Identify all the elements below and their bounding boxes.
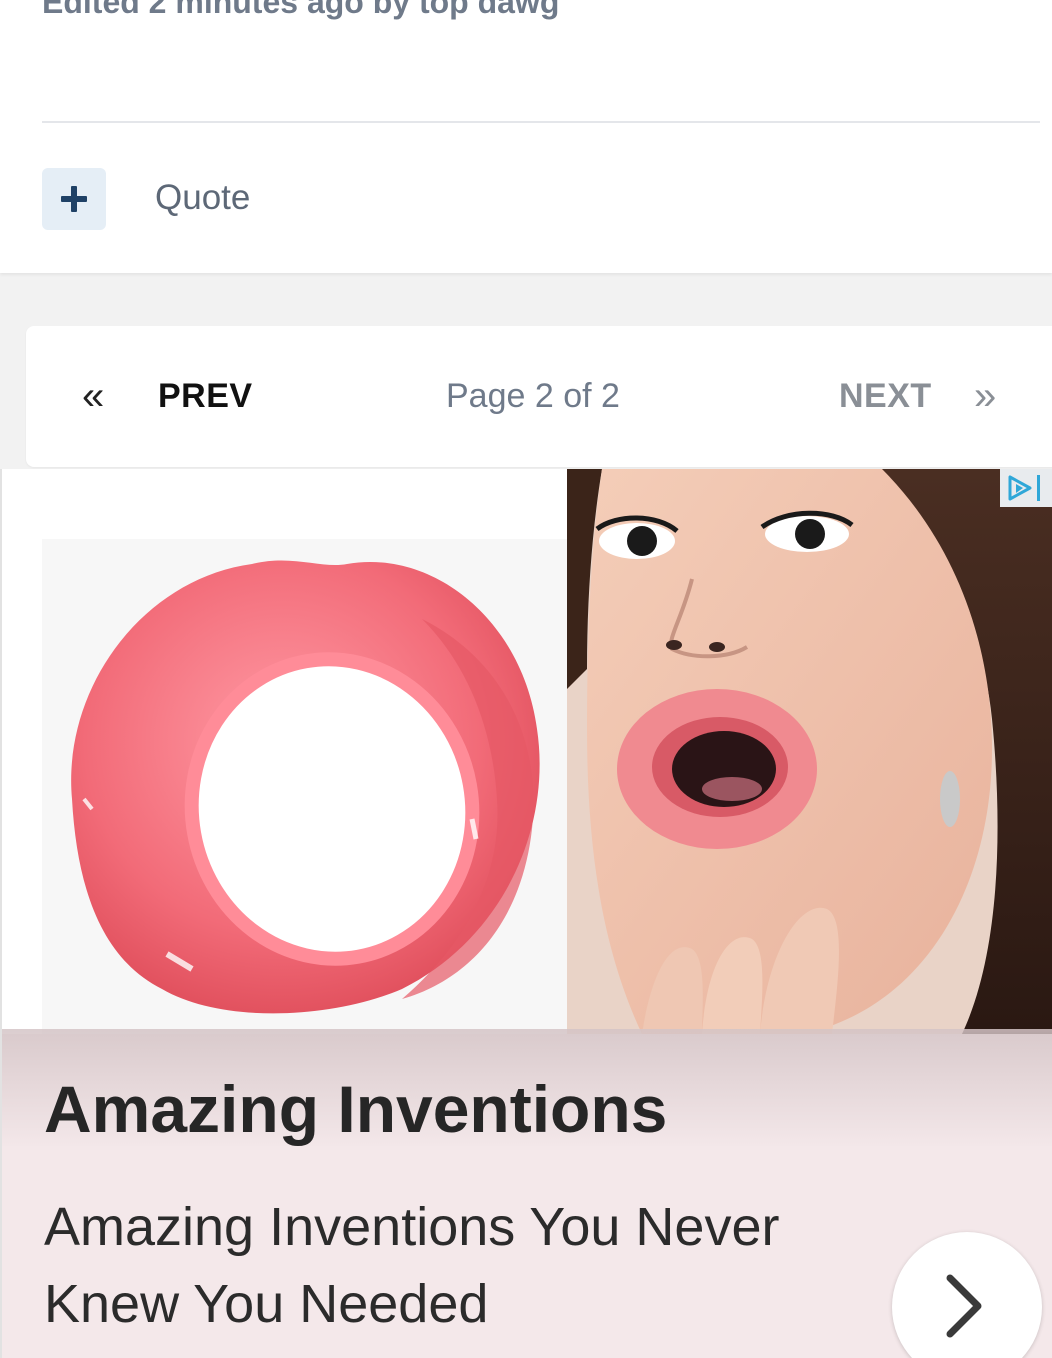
double-chevron-left-icon[interactable]: « <box>82 374 104 418</box>
page-indicator[interactable]: Page 2 of 2 <box>446 374 620 418</box>
prev-page-button[interactable]: PREV <box>158 374 253 418</box>
quote-button[interactable]: Quote <box>155 176 250 220</box>
ad-next-button[interactable] <box>892 1232 1042 1358</box>
post-footer: Edited 2 minutes ago by top dawg Quote <box>0 0 1052 273</box>
ad-image[interactable] <box>2 469 1052 1034</box>
ad-description[interactable]: Amazing Inventions You Never Knew You Ne… <box>44 1189 844 1343</box>
edited-note: Edited 2 minutes ago by top dawg <box>42 0 560 20</box>
plus-icon <box>60 185 88 213</box>
pagination: « PREV Page 2 of 2 NEXT » <box>26 326 1052 467</box>
next-page-button: NEXT <box>839 377 932 415</box>
ad-choices-icon[interactable] <box>1000 469 1052 507</box>
multi-quote-button[interactable] <box>42 168 106 230</box>
ad-headline[interactable]: Amazing Inventions <box>44 1069 667 1149</box>
advertisement[interactable]: Amazing Inventions Amazing Inventions Yo… <box>0 469 1052 1358</box>
divider <box>42 121 1040 123</box>
chevron-right-icon <box>946 1274 982 1338</box>
double-chevron-right-icon: » <box>974 374 997 418</box>
